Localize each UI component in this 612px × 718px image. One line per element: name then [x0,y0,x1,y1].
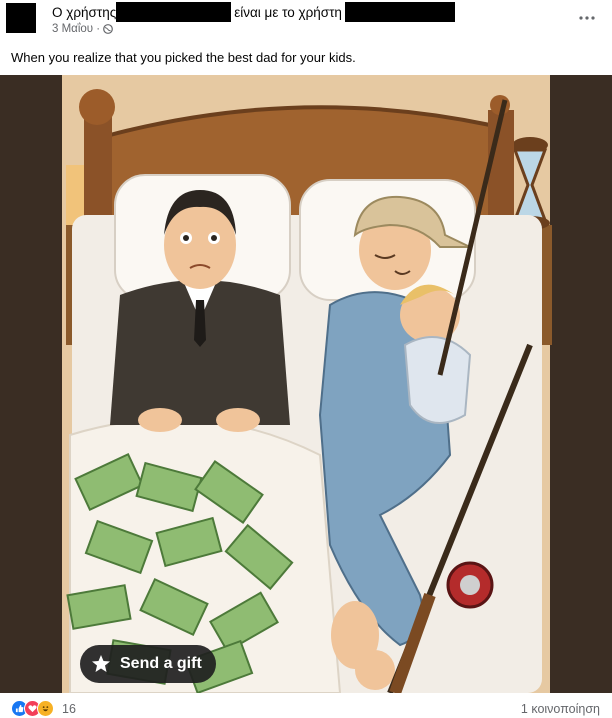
post-image[interactable] [0,75,612,693]
more-icon[interactable] [576,12,598,24]
reactions-summary[interactable]: 16 [11,700,76,717]
post-header: Ο χρήστης είναι με το χρήστη 3 Μαΐου · [0,0,612,44]
globe-icon [103,24,113,34]
tagged-name-redacted[interactable] [344,2,455,22]
post-meta: 3 Μαΐου · [52,23,113,35]
gift-icon [92,655,110,672]
avatar[interactable] [6,3,36,33]
send-gift-button[interactable]: Send a gift [80,645,216,683]
post-caption: When you realize that you picked the bes… [11,50,356,65]
haha-icon [37,700,54,717]
post-footer: 16 1 κοινοποίηση [0,697,612,718]
post-author-line: Ο χρήστης είναι με το χρήστη [52,2,455,22]
with-text: είναι με το χρήστη [234,4,342,20]
post-date[interactable]: 3 Μαΐου · [52,23,100,35]
shares-count[interactable]: 1 κοινοποίηση [521,702,600,716]
bed-illustration [0,75,612,693]
author-prefix: Ο χρήστης [52,4,117,20]
reaction-count: 16 [62,701,76,716]
send-gift-label: Send a gift [120,655,202,672]
author-name-redacted[interactable] [116,2,232,22]
